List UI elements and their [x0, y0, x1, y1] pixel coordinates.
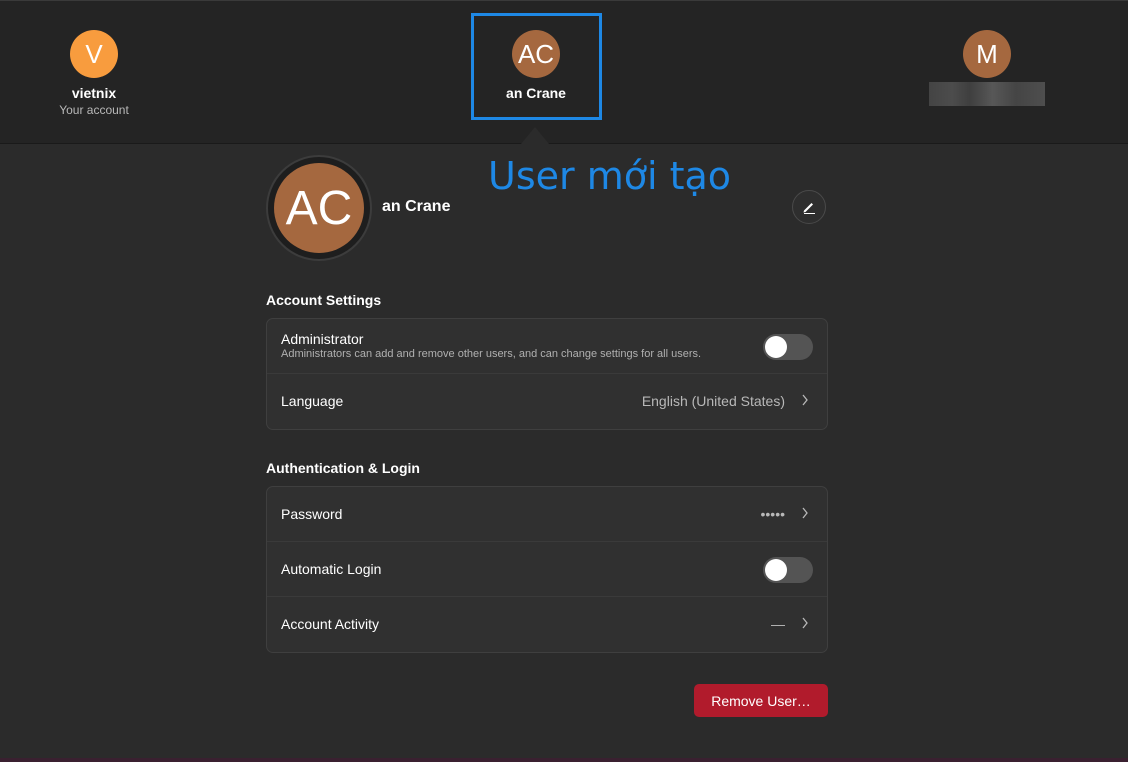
user-tile-vietnix[interactable]: V vietnix Your account [24, 1, 164, 121]
profile-name: an Crane [382, 198, 451, 215]
authentication-login-title: Authentication & Login [266, 460, 420, 476]
account-activity-label: Account Activity [281, 616, 380, 632]
edit-name-button[interactable] [792, 190, 826, 224]
language-row[interactable]: Language English (United States) [267, 374, 827, 429]
pencil-icon [803, 203, 815, 214]
selected-user-pointer [521, 127, 549, 144]
chevron-right-icon [802, 617, 808, 629]
avatar: M [963, 30, 1011, 78]
password-value: ••••• [760, 506, 785, 522]
password-row[interactable]: Password ••••• [267, 487, 827, 542]
user-name: an Crane [506, 85, 566, 101]
user-switcher-bar: V vietnix Your account AC an Crane M [0, 0, 1128, 144]
toggle-knob [765, 559, 787, 581]
user-name: vietnix [71, 85, 117, 101]
chevron-right-icon [802, 507, 808, 519]
desktop-edge [0, 758, 1128, 762]
language-value: English (United States) [641, 393, 785, 409]
annotation-text: User mới tạo [488, 154, 732, 198]
password-label: Password [281, 506, 343, 522]
authentication-card: Password ••••• Automatic Login Account A… [266, 486, 828, 653]
administrator-label: Administrator [281, 331, 364, 347]
account-activity-row[interactable]: Account Activity — [267, 597, 827, 652]
user-subtitle: Your account [59, 103, 129, 117]
avatar: AC [512, 30, 560, 78]
profile-avatar-frame[interactable]: AC [266, 155, 372, 261]
account-settings-title: Account Settings [266, 292, 382, 308]
administrator-toggle[interactable] [763, 334, 813, 360]
toggle-knob [765, 336, 787, 358]
automatic-login-toggle[interactable] [763, 557, 813, 583]
language-label: Language [281, 393, 344, 409]
account-activity-value: — [771, 616, 785, 632]
user-tile-an-crane[interactable]: AC an Crane [466, 1, 606, 121]
profile-avatar: AC [274, 163, 364, 253]
administrator-row: Administrator Administrators can add and… [267, 319, 827, 374]
account-settings-card: Administrator Administrators can add and… [266, 318, 828, 430]
automatic-login-label: Automatic Login [281, 561, 382, 577]
automatic-login-row: Automatic Login [267, 542, 827, 597]
avatar: V [70, 30, 118, 78]
redacted-user-name [929, 82, 1045, 106]
user-tile-m[interactable]: M [917, 1, 1057, 121]
chevron-right-icon [802, 394, 808, 406]
administrator-description: Administrators can add and remove other … [281, 348, 702, 360]
remove-user-button[interactable]: Remove User… [694, 684, 828, 717]
